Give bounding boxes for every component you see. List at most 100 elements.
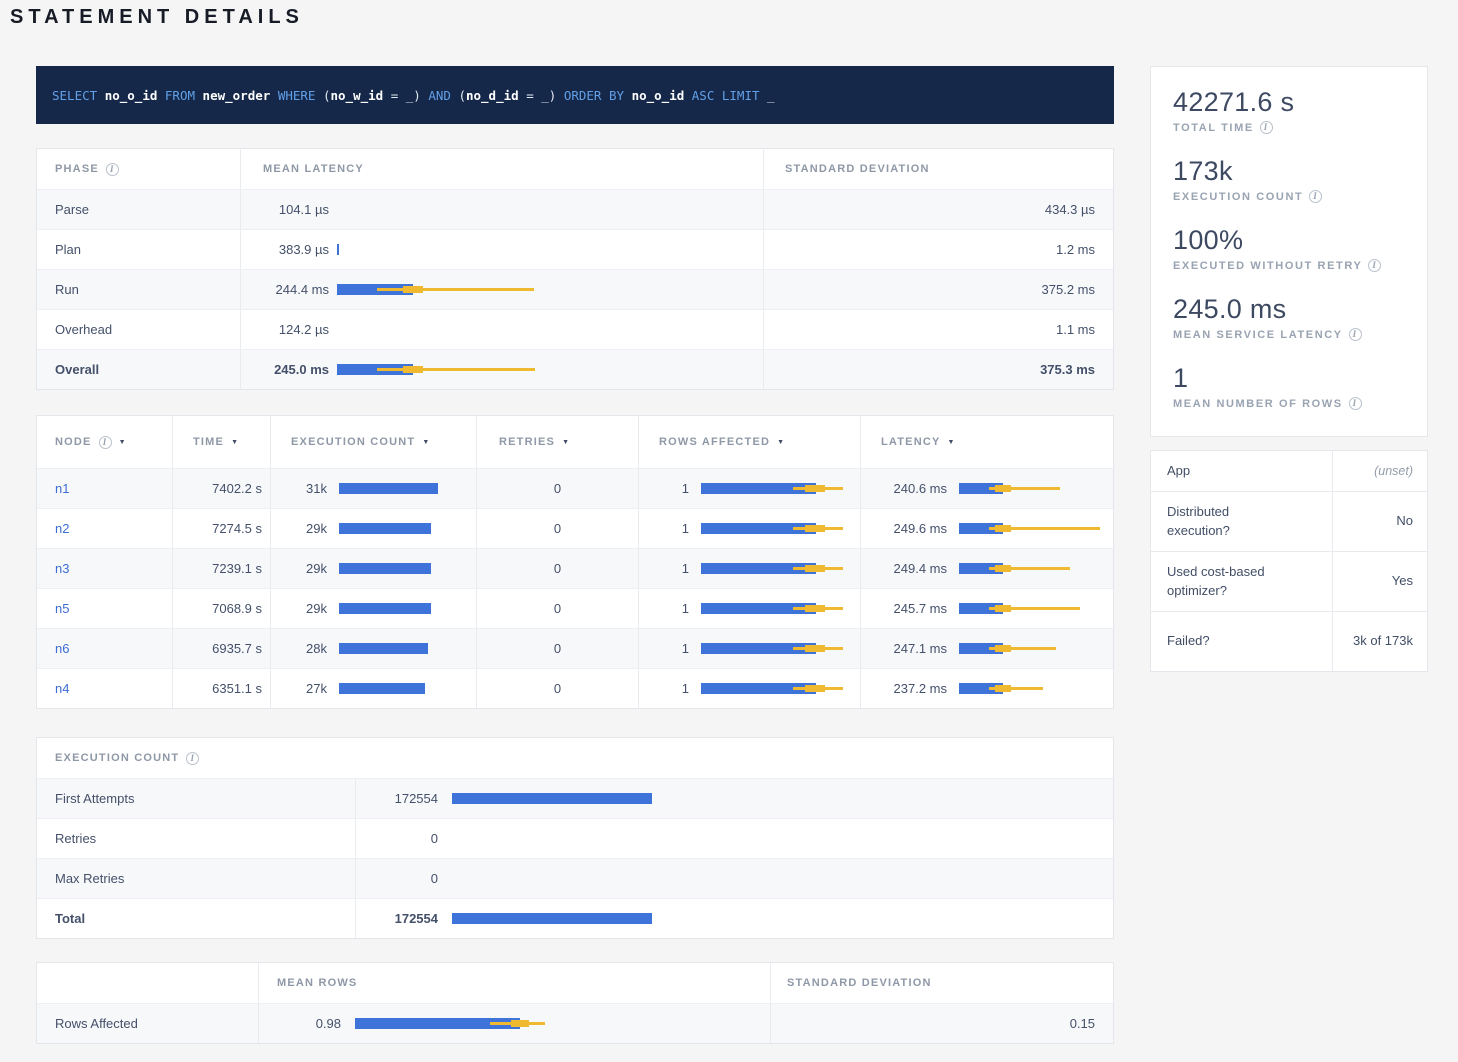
sort-desc-icon <box>562 439 570 446</box>
table-row: n1 7402.2 s 31k 0 1 240.6 ms <box>37 468 1113 508</box>
info-icon[interactable] <box>1349 397 1362 410</box>
count-bar-chart <box>339 603 462 614</box>
column-header-mean-latency: MEAN LATENCY <box>241 149 764 189</box>
latency-bar-chart <box>959 483 1099 494</box>
stat-label: MEAN NUMBER OF ROWS <box>1173 398 1343 410</box>
column-header-latency[interactable]: LATENCY <box>861 416 1113 468</box>
time-value: 6351.1 s <box>173 669 271 708</box>
table-row: Run 244.4 ms 375.2 ms <box>37 269 1113 309</box>
column-header-label: ROWS AFFECTED <box>659 436 770 448</box>
node-link[interactable]: n2 <box>55 521 69 536</box>
phase-name: Plan <box>37 230 241 269</box>
rows-affected-value: 1 <box>639 481 689 496</box>
column-header-mean-rows: MEAN ROWS <box>259 963 771 1003</box>
rows-bar-chart <box>701 523 846 534</box>
sql-text: = _) <box>383 88 428 103</box>
node-link[interactable]: n5 <box>55 601 69 616</box>
count-bar <box>339 523 431 534</box>
stat-value: 245.0 ms <box>1173 294 1405 325</box>
table-row: n2 7274.5 s 29k 0 1 249.6 ms <box>37 508 1113 548</box>
table-row: n3 7239.1 s 29k 0 1 249.4 ms <box>37 548 1113 588</box>
info-icon[interactable] <box>1260 121 1273 134</box>
mean-rows-value: 0.98 <box>259 1016 341 1031</box>
rows-bar-chart <box>701 603 846 614</box>
info-icon[interactable] <box>1368 259 1381 272</box>
rows-bar-chart <box>355 1018 756 1029</box>
node-link[interactable]: n1 <box>55 481 69 496</box>
rows-bar-chart <box>701 483 846 494</box>
node-link[interactable]: n4 <box>55 681 69 696</box>
stdev-value: 1.1 ms <box>764 310 1113 349</box>
column-header-label: PHASE <box>55 163 99 175</box>
statement-attributes-panel: App (unset) Distributed execution? No Us… <box>1150 450 1428 672</box>
info-icon[interactable] <box>1349 328 1362 341</box>
node-link[interactable]: n6 <box>55 641 69 656</box>
info-icon[interactable] <box>1309 190 1322 203</box>
phase-name: Overhead <box>37 310 241 349</box>
count-bar <box>339 643 428 654</box>
table-row: Rows Affected 0.98 0.15 <box>37 1003 1113 1043</box>
column-header-rows-affected[interactable]: ROWS AFFECTED <box>639 416 861 468</box>
table-title-execution-count: EXECUTION COUNT <box>55 738 199 778</box>
retries-value: 0 <box>477 589 639 628</box>
table-row: Max Retries 0 <box>37 858 1113 898</box>
mean-latency-value: 244.4 ms <box>241 282 329 297</box>
rows-affected-table: MEAN ROWS STANDARD DEVIATION Rows Affect… <box>36 962 1114 1044</box>
count-bar <box>339 683 425 694</box>
sql-keyword: AND <box>428 88 458 103</box>
detail-row-cost-based-optimizer: Used cost-based optimizer? Yes <box>1151 551 1427 611</box>
count-bar <box>452 913 652 924</box>
sql-keyword: SELECT <box>52 88 105 103</box>
latency-bar-chart <box>959 523 1099 534</box>
info-icon[interactable] <box>186 752 199 765</box>
table-row: Parse 104.1 µs 434.3 µs <box>37 189 1113 229</box>
column-header-retries[interactable]: RETRIES <box>477 416 639 468</box>
count-bar <box>339 563 431 574</box>
latency-bar-chart <box>337 204 749 215</box>
column-header-empty <box>37 963 259 1003</box>
latency-bar-chart <box>337 284 749 295</box>
sort-desc-icon <box>777 439 785 446</box>
latency-bar-chart <box>337 364 749 375</box>
count-bar <box>339 603 431 614</box>
detail-row-distributed-execution: Distributed execution? No <box>1151 491 1427 551</box>
stdev-value: 1.2 ms <box>764 230 1113 269</box>
rows-bar-chart <box>701 643 846 654</box>
retries-value: 0 <box>477 629 639 668</box>
count-bar-chart <box>452 873 1095 884</box>
node-link[interactable]: n3 <box>55 561 69 576</box>
table-title-label: EXECUTION COUNT <box>55 752 179 764</box>
detail-value: Yes <box>1333 552 1427 611</box>
column-header-label: EXECUTION COUNT <box>291 436 415 448</box>
sql-keyword: WHERE <box>278 88 323 103</box>
time-value: 6935.7 s <box>173 629 271 668</box>
column-header-node[interactable]: NODE <box>37 416 173 468</box>
node-stats-table: NODE TIME EXECUTION COUNT RETRIES ROWS A… <box>36 415 1114 709</box>
latency-bar-chart <box>959 603 1099 614</box>
column-header-label: STANDARD DEVIATION <box>787 977 932 989</box>
info-icon[interactable] <box>106 163 119 176</box>
column-header-execution-count[interactable]: EXECUTION COUNT <box>271 416 477 468</box>
sort-desc-icon <box>422 439 430 446</box>
stdev-mid-bar <box>995 485 1011 492</box>
table-row: Overhead 124.2 µs 1.1 ms <box>37 309 1113 349</box>
exec-row-label: First Attempts <box>37 779 356 818</box>
table-row: Plan 383.9 µs 1.2 ms <box>37 229 1113 269</box>
count-bar-chart <box>452 833 1095 844</box>
stdev-mid-bar <box>511 1020 529 1027</box>
execution-count-value: 31k <box>271 481 327 496</box>
sort-desc-icon <box>948 439 956 446</box>
count-bar-chart <box>339 563 462 574</box>
info-icon[interactable] <box>99 436 112 449</box>
rows-bar-chart <box>701 563 846 574</box>
exec-row-label: Max Retries <box>37 859 356 898</box>
exec-row-label: Retries <box>37 819 356 858</box>
stat-value: 1 <box>1173 363 1405 394</box>
column-header-time[interactable]: TIME <box>173 416 271 468</box>
rows-affected-value: 1 <box>639 641 689 656</box>
execution-count-value: 29k <box>271 561 327 576</box>
exec-row-value: 0 <box>356 831 438 846</box>
execution-count-value: 27k <box>271 681 327 696</box>
rows-bar-chart <box>701 683 846 694</box>
latency-bar-chart <box>959 643 1099 654</box>
